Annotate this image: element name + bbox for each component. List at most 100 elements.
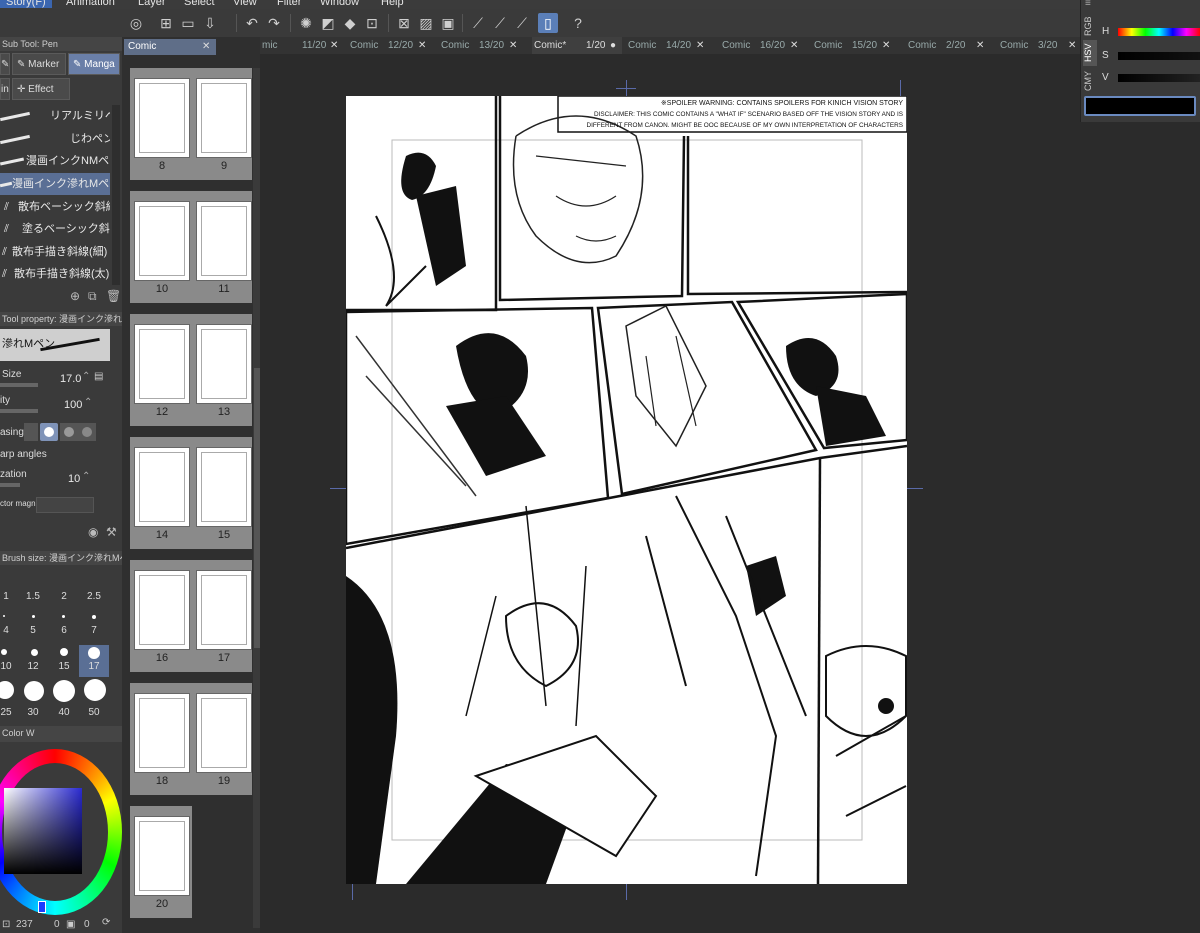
undo-icon[interactable]: ↶ [242,13,262,33]
menu-view[interactable]: View [233,0,257,8]
brush-item[interactable]: 漫画インクNMペン [0,150,110,172]
snap-special-ruler-icon[interactable]: ⟋ [490,13,510,33]
doc-tab[interactable]: Comic 3/20 ✕ [998,37,1080,54]
brush-item[interactable]: じわペン [0,128,110,150]
page-thumbnail[interactable] [196,693,252,773]
doc-tab[interactable]: Comic 2/20 ✕ [906,37,996,54]
hue-marker[interactable] [38,901,46,913]
page-spread[interactable]: 20 [130,806,192,918]
close-icon[interactable]: ✕ [976,37,984,54]
page-thumbnail[interactable] [196,447,252,527]
stabilization-value[interactable]: 10 [68,473,80,485]
menu-help[interactable]: Help [381,0,404,8]
comic-page[interactable]: ※SPOILER WARNING: CONTAINS SPOILERS FOR … [346,96,907,884]
subtab-partial[interactable]: in [0,78,10,100]
stabilization-slider[interactable] [0,483,20,487]
opacity-slider[interactable] [0,409,38,413]
color-tab-hsv[interactable]: HSV [1083,40,1097,66]
trash-icon[interactable]: 🗑 [106,289,121,303]
menu-window[interactable]: Window [320,0,359,8]
size-value[interactable]: 17.0 [60,373,81,385]
page-thumbnail[interactable] [196,78,252,158]
snap-ruler-icon[interactable]: ⟋ [468,13,488,33]
page-spread[interactable]: 16 17 [130,560,252,672]
menu-story[interactable]: Story(F) [0,0,52,8]
antialias-strong-icon[interactable] [78,423,96,441]
page-spread[interactable]: 10 11 [130,191,252,303]
modified-dot-icon[interactable]: ● [610,37,616,54]
doc-tab[interactable]: Comic 13/20 ✕ [439,37,529,54]
doc-tab-active[interactable]: Comic* 1/20 ● [532,37,622,54]
stabilization-stepper-icon[interactable]: ⌃ [82,471,90,482]
size-option[interactable]: 1 [0,591,20,602]
close-icon[interactable]: ✕ [202,39,210,55]
create-brush-icon[interactable]: ⊕ [70,289,80,303]
doc-tab[interactable]: Comic 12/20 ✕ [348,37,438,54]
antialias-none-icon[interactable] [24,423,38,441]
tablet-mode-icon[interactable]: ▯ [538,13,558,33]
help-icon[interactable]: ? [568,13,588,33]
show-selection-icon[interactable]: ▣ [438,13,458,33]
subtab-marker[interactable]: ✎ Marker [12,53,66,75]
brush-item[interactable]: ⫽ 散布ベーシック斜線 [0,196,110,218]
new-file-icon[interactable]: ⊞ [156,13,176,33]
page-thumbnail[interactable] [134,201,190,281]
menu-animation[interactable]: Animation [66,0,115,8]
rotate-icon[interactable]: ⟳ [102,917,110,928]
color-wheel[interactable] [0,749,122,915]
subtab-pen[interactable]: ✎ [0,53,10,75]
opacity-stepper-icon[interactable]: ⌃ [84,397,92,408]
page-thumbnail[interactable] [196,201,252,281]
brush-list-scrollbar[interactable] [112,105,120,285]
size-option[interactable]: 6 [50,625,78,636]
fill-icon[interactable]: ◩ [318,13,338,33]
size-option-selected[interactable]: 17 [80,661,108,672]
menu-layer[interactable]: Layer [138,0,166,8]
pressure-icon[interactable]: ▤ [94,371,103,382]
size-option[interactable]: 15 [50,661,78,672]
copy-brush-icon[interactable]: ⧉ [88,289,97,304]
size-option[interactable]: 2 [50,591,78,602]
page-thumbnail[interactable] [134,447,190,527]
close-icon[interactable]: ✕ [790,37,798,54]
sharp-angles-row[interactable]: arp angles [0,449,110,469]
doc-tab[interactable]: Comic 16/20 ✕ [720,37,810,54]
page-manager-tab[interactable]: Comic ✕ [124,39,216,55]
brush-item[interactable]: リアルミリペン [0,105,110,127]
saturation-slider[interactable] [1118,52,1200,60]
vector-magnet-selector[interactable] [36,497,94,513]
crop-icon[interactable]: ⊡ [362,13,382,33]
page-thumbnail[interactable] [134,78,190,158]
wrench-icon[interactable]: ⚒ [106,525,117,539]
brush-item-selected[interactable]: 漫画インク滲れMペン [0,173,110,195]
brush-item[interactable]: ⫽ 散布手描き斜線(太) [0,263,110,285]
doc-tab[interactable]: Comic 15/20 ✕ [812,37,902,54]
size-option[interactable]: 25 [0,707,20,718]
close-icon[interactable]: ✕ [330,37,338,54]
transform-icon[interactable]: ◆ [340,13,360,33]
page-spread[interactable]: 12 13 [130,314,252,426]
value-slider[interactable] [1118,74,1200,82]
size-option[interactable]: 7 [80,625,108,636]
page-spread[interactable]: 14 15 [130,437,252,549]
page-thumbnail[interactable] [196,570,252,650]
close-icon[interactable]: ✕ [696,37,704,54]
brush-item[interactable]: ⫽ 散布手描き斜線(細) [0,241,110,263]
close-icon[interactable]: ✕ [509,37,517,54]
settings-icon[interactable]: ◉ [88,525,98,539]
saturation-value-square[interactable] [4,788,82,874]
subtab-manga[interactable]: ✎ Manga [68,53,120,75]
size-stepper-icon[interactable]: ⌃ [82,371,90,382]
subtab-effect[interactable]: ✛ Effect [12,78,70,100]
open-folder-icon[interactable]: ▭ [178,13,198,33]
page-thumbnail[interactable] [134,570,190,650]
close-icon[interactable]: ✕ [882,37,890,54]
menu-filter[interactable]: Filter [277,0,301,8]
size-option[interactable]: 2.5 [80,591,108,602]
page-thumbnail[interactable] [134,816,190,896]
size-option[interactable]: 4 [0,625,20,636]
page-thumbnail[interactable] [134,324,190,404]
page-spread[interactable]: 18 19 [130,683,252,795]
antialias-weak-icon[interactable] [40,423,58,441]
antialias-mid-icon[interactable] [60,423,78,441]
